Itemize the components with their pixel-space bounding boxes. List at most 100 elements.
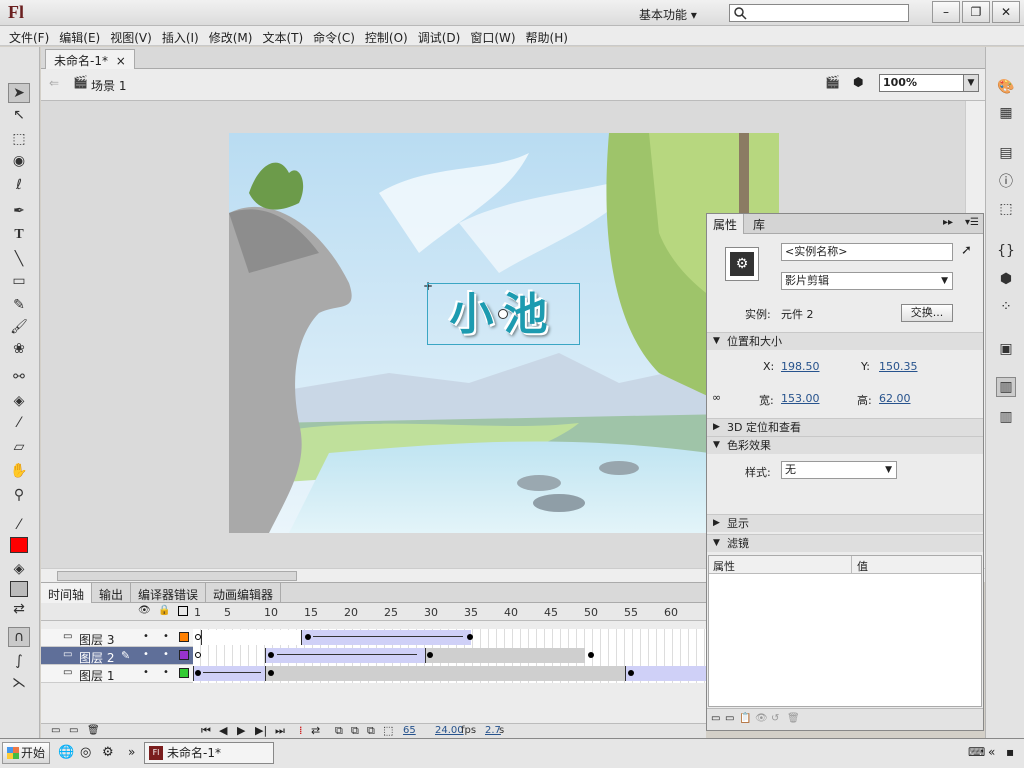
- selection-tool-icon[interactable]: ➤: [8, 83, 30, 103]
- style-select[interactable]: 无 ▼: [781, 461, 897, 479]
- tab-motion-editor[interactable]: 动画编辑器: [206, 583, 282, 603]
- outline-icon[interactable]: [178, 606, 188, 616]
- next-frame-icon[interactable]: ▶|: [255, 724, 267, 737]
- swap-button[interactable]: 交换...: [901, 304, 953, 322]
- more-quicklaunch[interactable]: »: [128, 745, 135, 759]
- 3d-rotation-tool-icon[interactable]: ◉: [8, 151, 30, 171]
- free-transform-tool-icon[interactable]: ⬚: [8, 129, 30, 149]
- keyframe[interactable]: [195, 670, 201, 676]
- menu-edit[interactable]: 编辑(E): [56, 26, 107, 45]
- tray-collapse-icon[interactable]: «: [988, 745, 995, 759]
- layer-name[interactable]: 图层 3: [79, 631, 114, 648]
- components-panel-icon[interactable]: ⬢: [996, 269, 1016, 289]
- workspace-switcher[interactable]: 基本功能 ▾: [632, 3, 716, 23]
- panel-menu-icon[interactable]: ▾☰: [965, 217, 979, 228]
- motion-tween[interactable]: [301, 630, 471, 645]
- keyframe[interactable]: [427, 652, 433, 658]
- tray-icon[interactable]: ▪: [1006, 745, 1014, 759]
- layer-row-1[interactable]: ▭ 图层 1 • •: [41, 665, 706, 683]
- keyframe[interactable]: [467, 634, 473, 640]
- edit-scene-icon[interactable]: 🎬: [825, 75, 840, 89]
- layer-outline-color[interactable]: [179, 668, 189, 678]
- delete-layer-icon[interactable]: 🗑: [87, 725, 100, 736]
- color-panel-icon[interactable]: 🎨: [996, 77, 1016, 97]
- tab-output[interactable]: 输出: [92, 583, 132, 603]
- layer-name[interactable]: 图层 2: [79, 649, 114, 666]
- layer-name[interactable]: 图层 1: [79, 667, 114, 684]
- transform-point-icon[interactable]: [498, 309, 508, 319]
- add-filter-icon[interactable]: ▭: [711, 713, 720, 724]
- straighten-icon[interactable]: ⋋: [8, 673, 30, 693]
- last-frame-icon[interactable]: ⏭: [275, 724, 285, 738]
- stage[interactable]: + 小池: [229, 133, 779, 533]
- quicklaunch-icon[interactable]: ◎: [80, 745, 91, 760]
- menu-help[interactable]: 帮助(H): [523, 26, 575, 45]
- menu-view[interactable]: 视图(V): [107, 26, 159, 45]
- brush-tool-icon[interactable]: 🖌: [8, 317, 30, 337]
- section-display[interactable]: ▶ 显示: [707, 514, 983, 532]
- link-icon[interactable]: ∞: [712, 391, 721, 404]
- eraser-tool-icon[interactable]: ▱: [8, 437, 30, 457]
- start-button[interactable]: 开始: [2, 742, 50, 764]
- empty-keyframe[interactable]: [195, 652, 201, 658]
- visibility-dot[interactable]: •: [143, 631, 149, 642]
- layer-outline-color[interactable]: [179, 632, 189, 642]
- eye-icon[interactable]: 👁: [138, 605, 151, 616]
- hand-tool-icon[interactable]: ✋: [8, 461, 30, 481]
- keyframe[interactable]: [628, 670, 634, 676]
- menu-commands[interactable]: 命令(C): [310, 26, 362, 45]
- section-3d-position[interactable]: ▶ 3D 定位和查看: [707, 418, 983, 436]
- tab-compiler-errors[interactable]: 编译器错误: [131, 583, 207, 603]
- motion-tween[interactable]: [265, 648, 425, 663]
- visibility-dot[interactable]: •: [143, 667, 149, 678]
- title-movieclip-instance[interactable]: 小池: [427, 283, 580, 345]
- bone-tool-icon[interactable]: ⚯: [8, 367, 30, 387]
- pen-tool-icon[interactable]: ✒: [8, 201, 30, 221]
- menu-file[interactable]: 文件(F): [6, 26, 56, 45]
- stroke-color-swatch[interactable]: [10, 537, 28, 553]
- lock-dot[interactable]: •: [163, 649, 169, 660]
- deco-tool-icon[interactable]: ❀: [8, 339, 30, 359]
- library-panel-icon[interactable]: ▥: [996, 407, 1016, 427]
- reset-filter-icon[interactable]: ↺: [771, 713, 779, 724]
- menu-window[interactable]: 窗口(W): [467, 26, 522, 45]
- delete-filter-icon[interactable]: 🗑: [787, 713, 800, 724]
- height-value[interactable]: 62.00: [879, 392, 911, 405]
- width-value[interactable]: 153.00: [781, 392, 820, 405]
- fill-color-icon[interactable]: ◈: [8, 559, 30, 579]
- onion-outline-icon[interactable]: ⧉: [351, 724, 359, 738]
- menu-debug[interactable]: 调试(D): [415, 26, 468, 45]
- paint-bucket-tool-icon[interactable]: ◈: [8, 391, 30, 411]
- subselection-tool-icon[interactable]: ↖: [8, 105, 30, 125]
- x-value[interactable]: 198.50: [781, 360, 820, 373]
- instance-name-input[interactable]: <实例名称>: [781, 243, 953, 261]
- layer-row-3[interactable]: ▭ 图层 3 • •: [41, 629, 706, 647]
- restore-button[interactable]: ❐: [962, 1, 990, 23]
- section-color-effect[interactable]: ▼ 色彩效果: [707, 436, 983, 454]
- toggle-filter-icon[interactable]: 👁: [755, 713, 768, 724]
- menu-modify[interactable]: 修改(M): [206, 26, 260, 45]
- lasso-tool-icon[interactable]: ℓ: [8, 175, 30, 195]
- menu-control[interactable]: 控制(O): [362, 26, 415, 45]
- panel-collapse-icon[interactable]: ▸▸: [943, 217, 953, 228]
- lock-icon[interactable]: 🔒: [158, 605, 170, 616]
- project-panel-icon[interactable]: ▣: [996, 339, 1016, 359]
- line-tool-icon[interactable]: ╲: [8, 249, 30, 269]
- prev-frame-icon[interactable]: ◀: [219, 724, 227, 737]
- visibility-dot[interactable]: •: [143, 649, 149, 660]
- keyframe[interactable]: [305, 634, 311, 640]
- menu-text[interactable]: 文本(T): [259, 26, 310, 45]
- loop-icon[interactable]: ⇄: [311, 724, 320, 737]
- layer-row-2[interactable]: ▭ 图层 2 ✎ • •: [41, 647, 706, 665]
- smooth-icon[interactable]: ∫: [8, 651, 30, 671]
- align-panel-icon[interactable]: ▤: [996, 143, 1016, 163]
- frame-rate[interactable]: 24.00: [435, 725, 464, 736]
- close-icon[interactable]: ×: [116, 54, 126, 68]
- new-folder-icon[interactable]: ▭: [69, 725, 78, 736]
- section-position-size[interactable]: ▼ 位置和大小: [707, 332, 983, 350]
- tab-timeline[interactable]: 时间轴: [41, 583, 93, 603]
- rectangle-tool-icon[interactable]: ▭: [8, 271, 30, 291]
- lock-dot[interactable]: •: [163, 631, 169, 642]
- stroke-color-icon[interactable]: ⁄: [8, 515, 30, 535]
- pencil-tool-icon[interactable]: ✎: [8, 295, 30, 315]
